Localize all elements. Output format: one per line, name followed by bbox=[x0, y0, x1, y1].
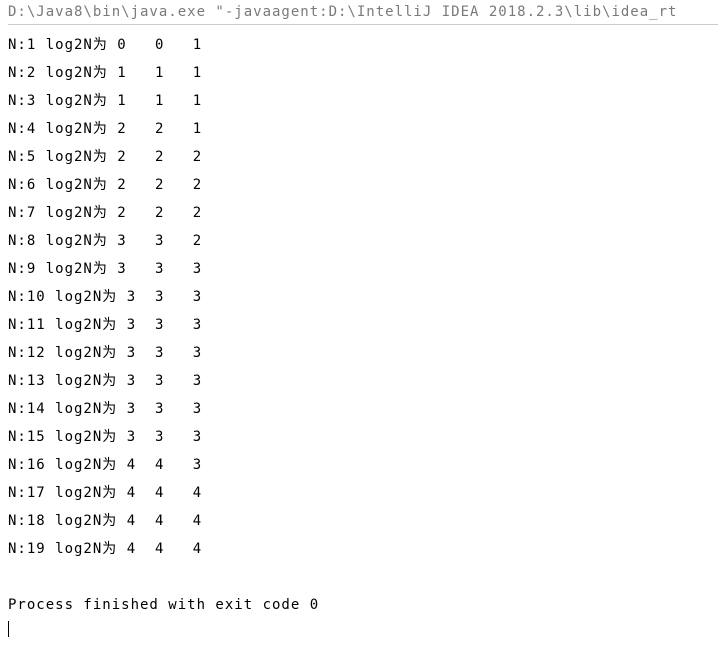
blank-line bbox=[8, 563, 718, 591]
output-row: N:9 log2N为 3 3 3 bbox=[8, 255, 718, 283]
output-row: N:10 log2N为 3 3 3 bbox=[8, 283, 718, 311]
output-row: N:15 log2N为 3 3 3 bbox=[8, 423, 718, 451]
output-row: N:11 log2N为 3 3 3 bbox=[8, 311, 718, 339]
output-row: N:3 log2N为 1 1 1 bbox=[8, 87, 718, 115]
output-row: N:2 log2N为 1 1 1 bbox=[8, 59, 718, 87]
output-row: N:7 log2N为 2 2 2 bbox=[8, 199, 718, 227]
cursor-line[interactable] bbox=[8, 619, 718, 637]
output-row: N:18 log2N为 4 4 4 bbox=[8, 507, 718, 535]
output-row: N:4 log2N为 2 2 1 bbox=[8, 115, 718, 143]
output-row: N:6 log2N为 2 2 2 bbox=[8, 171, 718, 199]
output-lines: N:1 log2N为 0 0 1N:2 log2N为 1 1 1N:3 log2… bbox=[8, 31, 718, 563]
output-row: N:13 log2N为 3 3 3 bbox=[8, 367, 718, 395]
output-row: N:5 log2N为 2 2 2 bbox=[8, 143, 718, 171]
output-row: N:12 log2N为 3 3 3 bbox=[8, 339, 718, 367]
console-output: D:\Java8\bin\java.exe "-javaagent:D:\Int… bbox=[0, 0, 726, 641]
process-exit-message: Process finished with exit code 0 bbox=[8, 591, 718, 619]
output-row: N:8 log2N为 3 3 2 bbox=[8, 227, 718, 255]
output-row: N:16 log2N为 4 4 3 bbox=[8, 451, 718, 479]
output-row: N:14 log2N为 3 3 3 bbox=[8, 395, 718, 423]
text-cursor bbox=[8, 621, 9, 637]
output-row: N:19 log2N为 4 4 4 bbox=[8, 535, 718, 563]
command-line: D:\Java8\bin\java.exe "-javaagent:D:\Int… bbox=[8, 4, 718, 25]
output-row: N:17 log2N为 4 4 4 bbox=[8, 479, 718, 507]
output-row: N:1 log2N为 0 0 1 bbox=[8, 31, 718, 59]
